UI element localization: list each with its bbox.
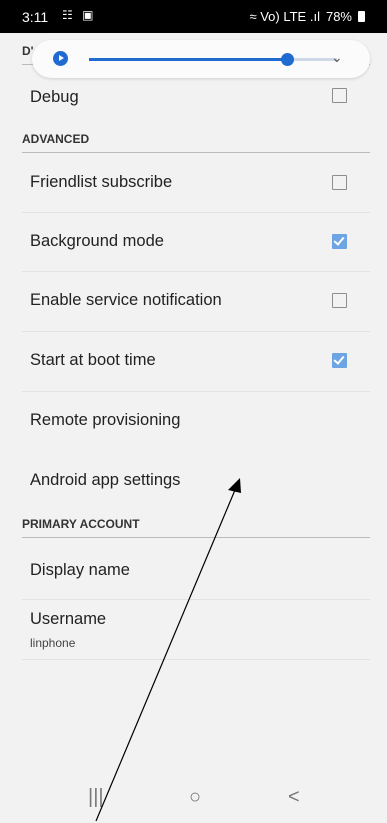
play-icon[interactable] [53, 51, 68, 66]
setting-android-label: Android app settings [30, 471, 181, 489]
signal-icons: ≈ Vo) LTE .ıl [249, 9, 320, 24]
section-advanced-header: ADVANCED [22, 132, 370, 153]
debug-checkbox[interactable] [332, 88, 347, 103]
settings-screen: 3:11 ☷ ▣ ≈ Vo) LTE .ıl 78% D'ebug ⌄ Debu… [0, 0, 387, 823]
recents-icon[interactable]: ||| [88, 786, 104, 809]
service-notification-checkbox[interactable] [332, 293, 347, 308]
friendlist-checkbox[interactable] [332, 175, 347, 190]
media-seek-fill [89, 58, 288, 61]
setting-remote-provisioning[interactable]: Remote provisioning [22, 391, 370, 451]
setting-start-at-boot[interactable]: Start at boot time [22, 331, 370, 392]
chevron-down-icon[interactable]: ⌄ [331, 49, 343, 66]
section-primary-account-header: PRIMARY ACCOUNT [22, 517, 370, 538]
status-right: ≈ Vo) LTE .ıl 78% [249, 9, 365, 24]
setting-username-value: linphone [30, 636, 76, 650]
media-control-bar[interactable]: ⌄ [32, 40, 370, 78]
background-checkbox[interactable] [332, 234, 347, 249]
setting-username[interactable]: Username linphone [22, 599, 370, 660]
setting-background-mode[interactable]: Background mode [22, 212, 370, 272]
setting-remote-label: Remote provisioning [30, 411, 181, 429]
setting-start-boot-label: Start at boot time [30, 351, 156, 369]
home-icon[interactable]: ○ [189, 786, 201, 809]
section-primary-account-label: PRIMARY ACCOUNT [22, 517, 140, 531]
setting-friendlist-label: Friendlist subscribe [30, 173, 173, 191]
setting-service-label: Enable service notification [30, 291, 222, 309]
setting-display-name[interactable]: Display name [22, 540, 370, 600]
setting-debug-label: Debug [30, 88, 79, 106]
media-seek-thumb[interactable] [281, 53, 295, 66]
setting-display-name-label: Display name [30, 561, 130, 579]
battery-icon [358, 11, 365, 22]
back-icon[interactable]: < [288, 786, 300, 809]
status-bar: 3:11 ☷ ▣ ≈ Vo) LTE .ıl 78% [0, 0, 387, 33]
battery-percent: 78% [325, 9, 352, 24]
notification-icons: ☷ ▣ [62, 8, 97, 22]
navigation-bar: ||| ○ < [0, 774, 387, 823]
setting-username-label: Username [30, 610, 107, 628]
setting-service-notification[interactable]: Enable service notification [22, 271, 370, 332]
status-time: 3:11 [22, 9, 49, 25]
section-advanced-label: ADVANCED [22, 132, 90, 146]
start-boot-checkbox[interactable] [332, 353, 347, 368]
setting-background-label: Background mode [30, 232, 164, 250]
setting-debug[interactable]: Debug [22, 78, 370, 121]
media-seek-bar[interactable] [89, 53, 337, 66]
setting-android-app-settings[interactable]: Android app settings [22, 451, 370, 509]
setting-friendlist-subscribe[interactable]: Friendlist subscribe [22, 153, 370, 213]
